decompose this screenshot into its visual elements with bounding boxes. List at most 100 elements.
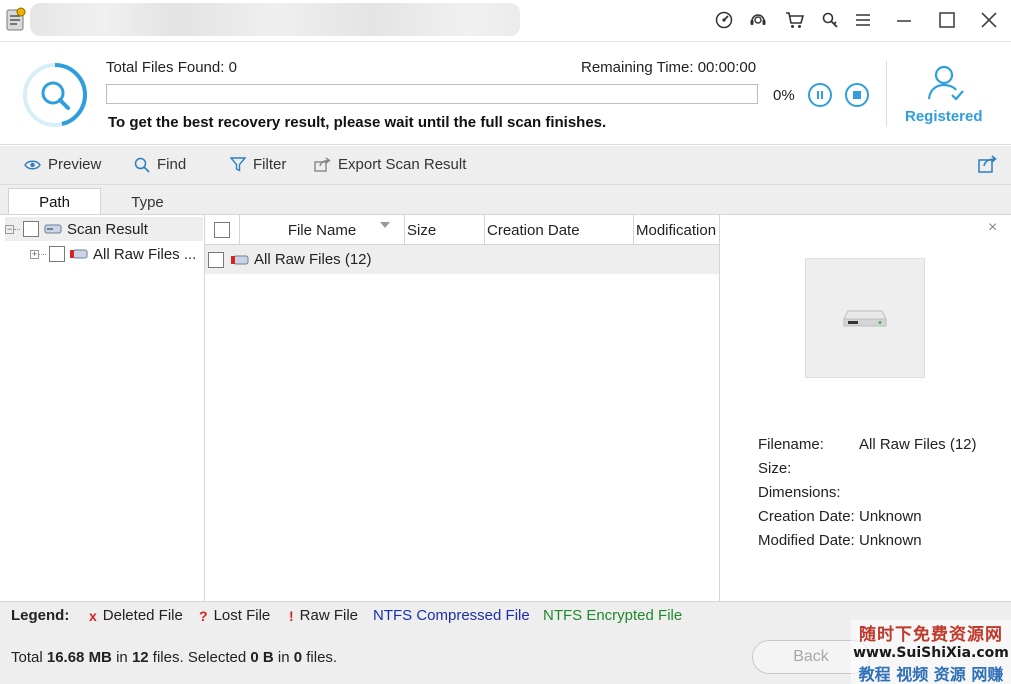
support-icon[interactable] bbox=[747, 9, 769, 31]
find-label: Find bbox=[157, 156, 187, 173]
expand-icon[interactable]: + bbox=[30, 249, 39, 259]
pause-button[interactable] bbox=[808, 83, 832, 107]
select-all-checkbox[interactable] bbox=[214, 222, 230, 238]
tree-item-scan-result[interactable]: − Scan Result bbox=[5, 217, 203, 241]
user-registered-icon[interactable] bbox=[925, 64, 967, 104]
speed-icon[interactable] bbox=[713, 9, 735, 31]
eye-icon bbox=[24, 160, 41, 169]
status-selected-prefix: Selected bbox=[187, 649, 247, 666]
row-checkbox[interactable] bbox=[208, 251, 224, 268]
status-selected-files: 0 bbox=[293, 649, 303, 666]
prop-size-label: Size: bbox=[758, 460, 792, 477]
remaining-time-label: Remaining Time: bbox=[581, 59, 694, 76]
preview-button[interactable]: Preview bbox=[24, 156, 101, 173]
stop-icon bbox=[853, 91, 861, 99]
legend-ntfs-encrypted: NTFS Encrypted File bbox=[543, 607, 682, 624]
files-found: Total Files Found: 0 bbox=[106, 59, 237, 76]
tree-checkbox-scan-result[interactable] bbox=[23, 221, 39, 237]
filter-label: Filter bbox=[253, 156, 287, 173]
minimize-button[interactable] bbox=[889, 6, 919, 34]
selection-summary: Total 16.68 MB in 12 files. Selected 0 B… bbox=[11, 649, 337, 666]
legend-raw: ! Raw File bbox=[289, 607, 358, 624]
file-list-header: File Name Size Creation Date Modificatio… bbox=[205, 215, 719, 245]
tree-checkbox-all-raw-files[interactable] bbox=[49, 246, 65, 262]
menu-icon[interactable] bbox=[852, 9, 874, 31]
tab-path-label: Path bbox=[39, 194, 70, 211]
status-total-files: 12 bbox=[131, 649, 149, 666]
tab-type-label: Type bbox=[131, 193, 164, 211]
scan-status-panel: Total Files Found: 0 Remaining Time: 00:… bbox=[0, 43, 1011, 145]
preview-thumbnail bbox=[805, 258, 925, 378]
legend-deleted: x Deleted File bbox=[89, 607, 183, 624]
toolbar: Preview Find Filter Export Scan Result bbox=[0, 146, 1011, 185]
status-in-1: in bbox=[116, 649, 128, 666]
remaining-time: Remaining Time: 00:00:00 bbox=[581, 59, 756, 76]
status-files-2: files. bbox=[306, 649, 338, 666]
registration-status[interactable]: Registered bbox=[905, 108, 983, 125]
close-preview-icon[interactable]: × bbox=[988, 219, 997, 237]
deleted-mark-icon: x bbox=[89, 607, 97, 624]
window-title-blurred bbox=[30, 3, 520, 36]
legend-ntfs-compressed-label: NTFS Compressed File bbox=[373, 607, 530, 624]
files-found-label: Total Files Found: bbox=[106, 59, 225, 76]
status-total-size: 16.68 MB bbox=[46, 649, 112, 666]
legend-lost-label: Lost File bbox=[213, 607, 271, 624]
export-scan-result-button[interactable]: Export Scan Result bbox=[314, 156, 466, 173]
find-button[interactable]: Find bbox=[134, 156, 186, 173]
legend-ntfs-encrypted-label: NTFS Encrypted File bbox=[543, 607, 683, 624]
status-files-1: files. bbox=[152, 649, 184, 666]
prop-creation-date-value: Unknown bbox=[859, 508, 922, 525]
legend-raw-label: Raw File bbox=[299, 607, 359, 624]
lost-mark-icon: ? bbox=[199, 607, 208, 624]
row-file-name: All Raw Files (12) bbox=[254, 251, 372, 268]
column-file-name[interactable]: File Name bbox=[240, 215, 405, 245]
tree-label-all-raw-files: All Raw Files ... bbox=[93, 245, 197, 263]
recovery-app-window: Total Files Found: 0 Remaining Time: 00:… bbox=[0, 0, 1011, 684]
key-icon[interactable] bbox=[819, 9, 841, 31]
prop-dimensions-label: Dimensions: bbox=[758, 484, 841, 501]
column-modification[interactable]: Modification bbox=[634, 215, 719, 245]
tab-type[interactable]: Type bbox=[101, 188, 194, 216]
legend-lost: ? Lost File bbox=[199, 607, 270, 624]
prop-creation-date-label: Creation Date: bbox=[758, 508, 855, 525]
header-divider bbox=[886, 61, 887, 127]
raw-drive-icon bbox=[70, 249, 88, 259]
scan-hint: To get the best recovery result, please … bbox=[108, 114, 607, 131]
export-label: Export Scan Result bbox=[338, 156, 467, 173]
search-icon bbox=[134, 157, 150, 173]
filter-button[interactable]: Filter bbox=[230, 156, 286, 173]
column-size-label: Size bbox=[407, 221, 437, 239]
status-total-prefix: Total bbox=[11, 649, 43, 666]
scan-magnifier-icon bbox=[22, 62, 88, 128]
status-selected-size: 0 B bbox=[250, 649, 274, 666]
stop-button[interactable] bbox=[845, 83, 869, 107]
legend-ntfs-compressed: NTFS Compressed File bbox=[373, 607, 530, 624]
site-watermark: 随时下免费资源网 www.SuiShiXia.com 教程 视频 资源 网赚 bbox=[851, 620, 1011, 684]
raw-mark-icon: ! bbox=[289, 607, 294, 624]
tree-item-all-raw-files[interactable]: + All Raw Files ... bbox=[30, 242, 196, 266]
column-size[interactable]: Size bbox=[405, 215, 485, 245]
table-row[interactable]: All Raw Files (12) bbox=[205, 245, 719, 274]
sort-desc-icon bbox=[380, 222, 390, 228]
export-icon bbox=[314, 157, 331, 172]
column-creation-date[interactable]: Creation Date bbox=[485, 215, 634, 245]
files-found-value: 0 bbox=[228, 59, 237, 76]
collapse-icon[interactable]: − bbox=[5, 224, 14, 234]
remaining-time-value: 00:00:00 bbox=[697, 59, 757, 76]
status-in-2: in bbox=[277, 649, 290, 666]
watermark-line-3: 教程 视频 资源 网赚 bbox=[858, 664, 1004, 684]
legend-deleted-label: Deleted File bbox=[102, 607, 183, 624]
tree-label-scan-result: Scan Result bbox=[67, 220, 148, 238]
preview-label: Preview bbox=[48, 156, 102, 173]
prop-modified-date-label: Modified Date: bbox=[758, 532, 855, 549]
maximize-button[interactable] bbox=[932, 6, 962, 34]
cart-icon[interactable] bbox=[784, 9, 806, 31]
select-all-cell bbox=[205, 215, 240, 245]
raw-drive-icon bbox=[231, 255, 249, 264]
share-icon[interactable] bbox=[977, 155, 997, 175]
scan-progress-bar bbox=[106, 84, 758, 104]
app-logo-icon bbox=[5, 6, 27, 32]
close-button[interactable] bbox=[974, 6, 1004, 34]
tab-path[interactable]: Path bbox=[8, 188, 101, 216]
scan-percent: 0% bbox=[773, 87, 795, 104]
